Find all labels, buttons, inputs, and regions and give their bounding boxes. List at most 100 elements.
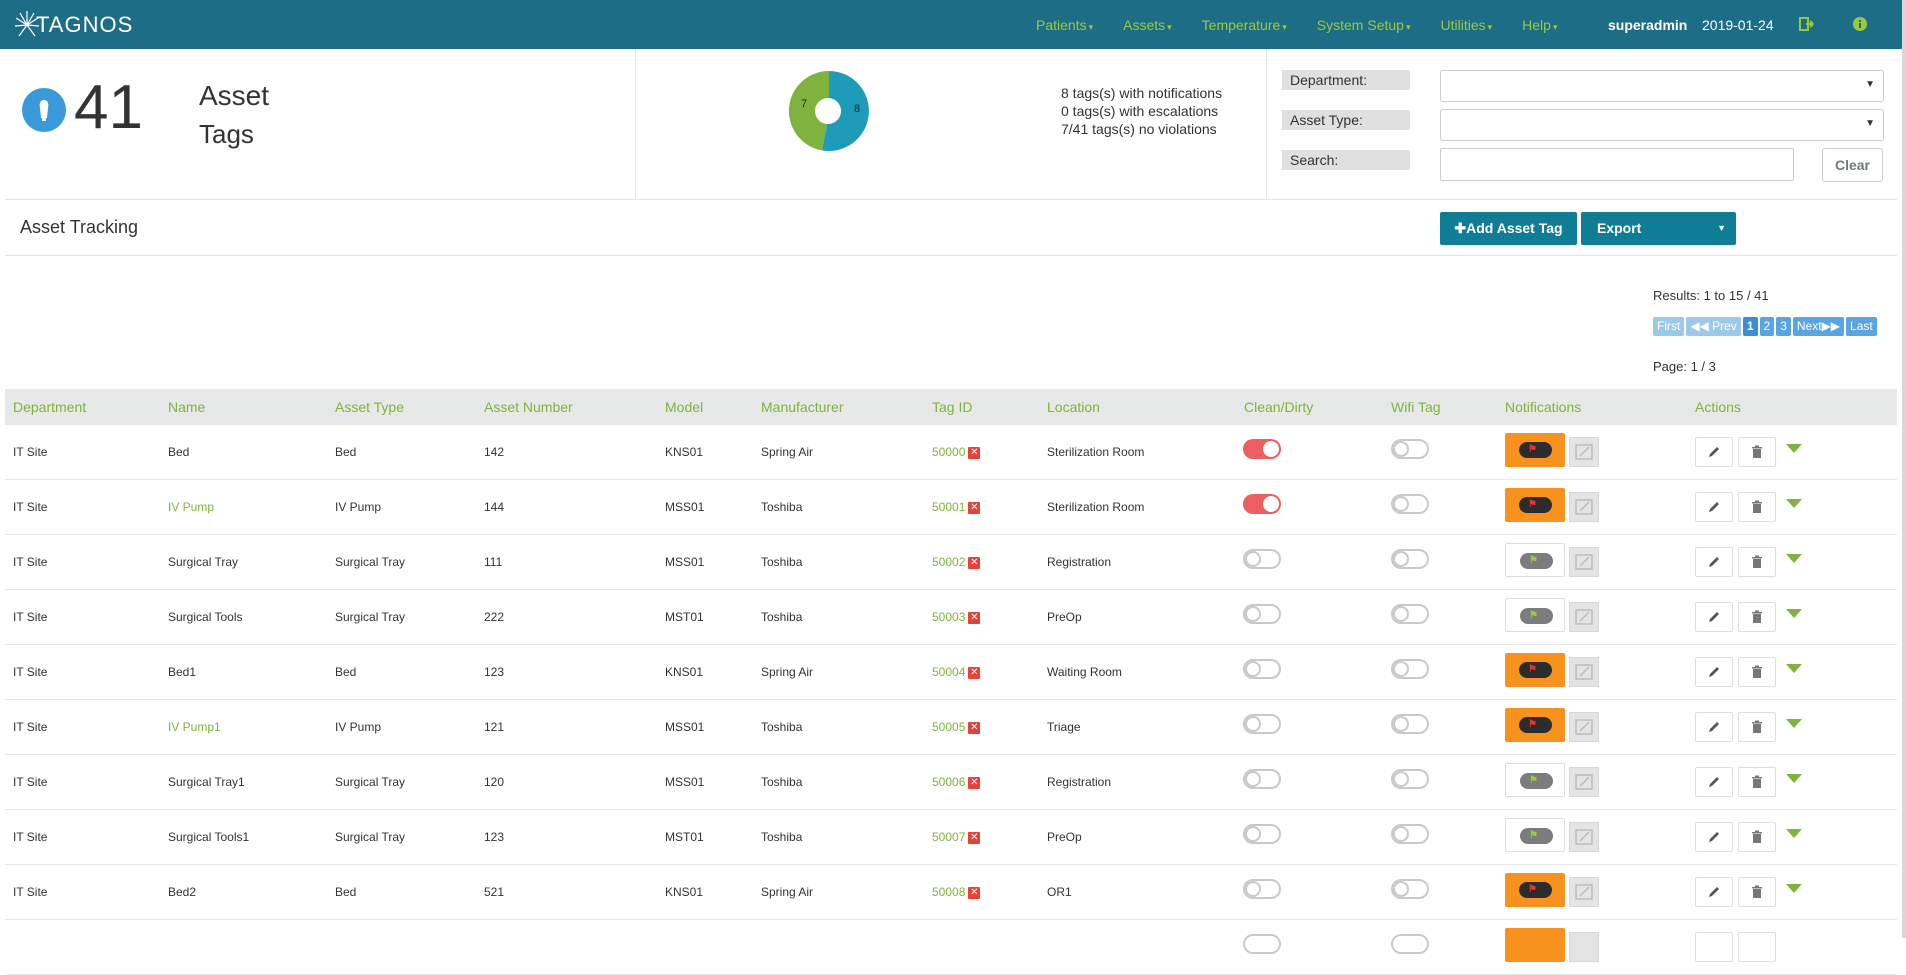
expand-row-chevron-icon[interactable] [1786, 884, 1802, 893]
wifi-tag-toggle[interactable] [1391, 824, 1429, 844]
wifi-tag-toggle[interactable] [1391, 439, 1429, 459]
notification-status-button[interactable]: ⚑ [1505, 763, 1565, 797]
delete-button[interactable] [1738, 547, 1776, 577]
notification-status-button[interactable]: ⚑ [1505, 543, 1565, 577]
asset-type-select[interactable]: ▼ [1440, 109, 1884, 141]
remove-tag-icon[interactable]: ✕ [968, 501, 981, 514]
expand-row-chevron-icon[interactable] [1786, 609, 1802, 618]
menu-system-setup[interactable]: System Setup ▾ [1317, 17, 1411, 33]
delete-button[interactable] [1738, 437, 1776, 467]
col-department[interactable]: Department [13, 399, 86, 415]
logout-icon[interactable] [1798, 16, 1814, 32]
clean-dirty-toggle[interactable] [1243, 439, 1281, 459]
edit-button[interactable] [1695, 822, 1733, 852]
edit-button[interactable] [1695, 437, 1733, 467]
notification-status-button[interactable]: ⚑ [1505, 653, 1565, 687]
delete-button[interactable] [1738, 657, 1776, 687]
wifi-tag-toggle[interactable] [1391, 604, 1429, 624]
cell-name[interactable]: IV Pump1 [168, 720, 221, 734]
col-tag-id[interactable]: Tag ID [932, 399, 972, 415]
add-asset-tag-button[interactable]: ✚Add Asset Tag [1440, 212, 1577, 245]
wifi-tag-toggle[interactable] [1391, 659, 1429, 679]
notes-button[interactable] [1569, 657, 1599, 687]
tag-id-link[interactable]: 50007 [932, 830, 965, 844]
notification-status-button[interactable]: ⚑ [1505, 873, 1565, 907]
col-actions[interactable]: Actions [1695, 399, 1741, 415]
tag-id-link[interactable]: 50008 [932, 885, 965, 899]
notification-status-button[interactable] [1505, 928, 1565, 962]
expand-row-chevron-icon[interactable] [1786, 444, 1802, 453]
clean-dirty-toggle[interactable] [1243, 879, 1281, 899]
edit-button[interactable] [1695, 602, 1733, 632]
remove-tag-icon[interactable]: ✕ [968, 446, 981, 459]
notification-status-button[interactable]: ⚑ [1505, 598, 1565, 632]
export-button[interactable]: Export ▼ [1581, 212, 1736, 245]
notes-button[interactable] [1569, 877, 1599, 907]
notes-button[interactable] [1569, 602, 1599, 632]
notes-button[interactable] [1569, 767, 1599, 797]
department-select[interactable]: ▼ [1440, 70, 1884, 102]
notification-status-button[interactable]: ⚑ [1505, 433, 1565, 467]
col-location[interactable]: Location [1047, 399, 1100, 415]
clear-button[interactable]: Clear [1822, 148, 1883, 182]
page-first-button[interactable]: First [1653, 317, 1685, 336]
tag-id-link[interactable]: 50004 [932, 665, 965, 679]
edit-button[interactable] [1695, 492, 1733, 522]
tag-id-link[interactable]: 50002 [932, 555, 965, 569]
delete-button[interactable] [1738, 602, 1776, 632]
col-notifications[interactable]: Notifications [1505, 399, 1581, 415]
col-asset-number[interactable]: Asset Number [484, 399, 573, 415]
remove-tag-icon[interactable]: ✕ [968, 556, 981, 569]
info-icon[interactable] [1852, 16, 1868, 32]
notification-status-button[interactable]: ⚑ [1505, 488, 1565, 522]
col-model[interactable]: Model [665, 399, 703, 415]
notes-button[interactable] [1569, 932, 1599, 962]
expand-row-chevron-icon[interactable] [1786, 664, 1802, 673]
clean-dirty-toggle[interactable] [1243, 934, 1281, 954]
delete-button[interactable] [1738, 492, 1776, 522]
menu-utilities[interactable]: Utilities ▾ [1440, 17, 1492, 33]
clean-dirty-toggle[interactable] [1243, 604, 1281, 624]
menu-help[interactable]: Help ▾ [1522, 17, 1557, 33]
clean-dirty-toggle[interactable] [1243, 494, 1281, 514]
expand-row-chevron-icon[interactable] [1786, 554, 1802, 563]
remove-tag-icon[interactable]: ✕ [968, 776, 981, 789]
expand-row-chevron-icon[interactable] [1786, 774, 1802, 783]
tagnos-logo[interactable]: TAGNOS [14, 6, 133, 44]
edit-button[interactable] [1695, 657, 1733, 687]
notes-button[interactable] [1569, 437, 1599, 467]
table-row[interactable]: IT Site Surgical Tools Surgical Tray 222 MST… [5, 590, 1897, 645]
table-row[interactable]: IT Site Bed1 Bed 123 KNS01 Spring Air 50004 ✕ Wa… [5, 645, 1897, 700]
wifi-tag-toggle[interactable] [1391, 714, 1429, 734]
tag-id-link[interactable]: 50003 [932, 610, 965, 624]
clean-dirty-toggle[interactable] [1243, 714, 1281, 734]
remove-tag-icon[interactable]: ✕ [968, 831, 981, 844]
page-prev-button[interactable]: ◀◀ Prev [1686, 317, 1741, 336]
clean-dirty-toggle[interactable] [1243, 769, 1281, 789]
remove-tag-icon[interactable]: ✕ [968, 666, 981, 679]
table-row[interactable]: IT Site IV Pump IV Pump 144 MSS01 Toshiba 5000… [5, 480, 1897, 535]
edit-button[interactable] [1695, 767, 1733, 797]
edit-button[interactable] [1695, 547, 1733, 577]
menu-patients[interactable]: Patients ▾ [1036, 17, 1093, 33]
page-last-button[interactable]: Last [1846, 317, 1877, 336]
delete-button[interactable] [1738, 932, 1776, 962]
expand-row-chevron-icon[interactable] [1786, 499, 1802, 508]
cell-name[interactable]: IV Pump [168, 500, 214, 514]
col-clean-dirty[interactable]: Clean/Dirty [1244, 399, 1313, 415]
table-row[interactable]: IT Site Surgical Tools1 Surgical Tray 123 MS… [5, 810, 1897, 865]
expand-row-chevron-icon[interactable] [1786, 829, 1802, 838]
page-2-button[interactable]: 2 [1759, 317, 1775, 336]
edit-button[interactable] [1695, 932, 1733, 962]
edit-button[interactable] [1695, 712, 1733, 742]
wifi-tag-toggle[interactable] [1391, 934, 1429, 954]
wifi-tag-toggle[interactable] [1391, 494, 1429, 514]
col-asset-type[interactable]: Asset Type [335, 399, 404, 415]
vertical-scrollbar[interactable] [1902, 0, 1906, 938]
wifi-tag-toggle[interactable] [1391, 769, 1429, 789]
col-wifi-tag[interactable]: Wifi Tag [1391, 399, 1441, 415]
notes-button[interactable] [1569, 822, 1599, 852]
delete-button[interactable] [1738, 712, 1776, 742]
remove-tag-icon[interactable]: ✕ [968, 611, 981, 624]
tag-id-link[interactable]: 50000 [932, 445, 965, 459]
